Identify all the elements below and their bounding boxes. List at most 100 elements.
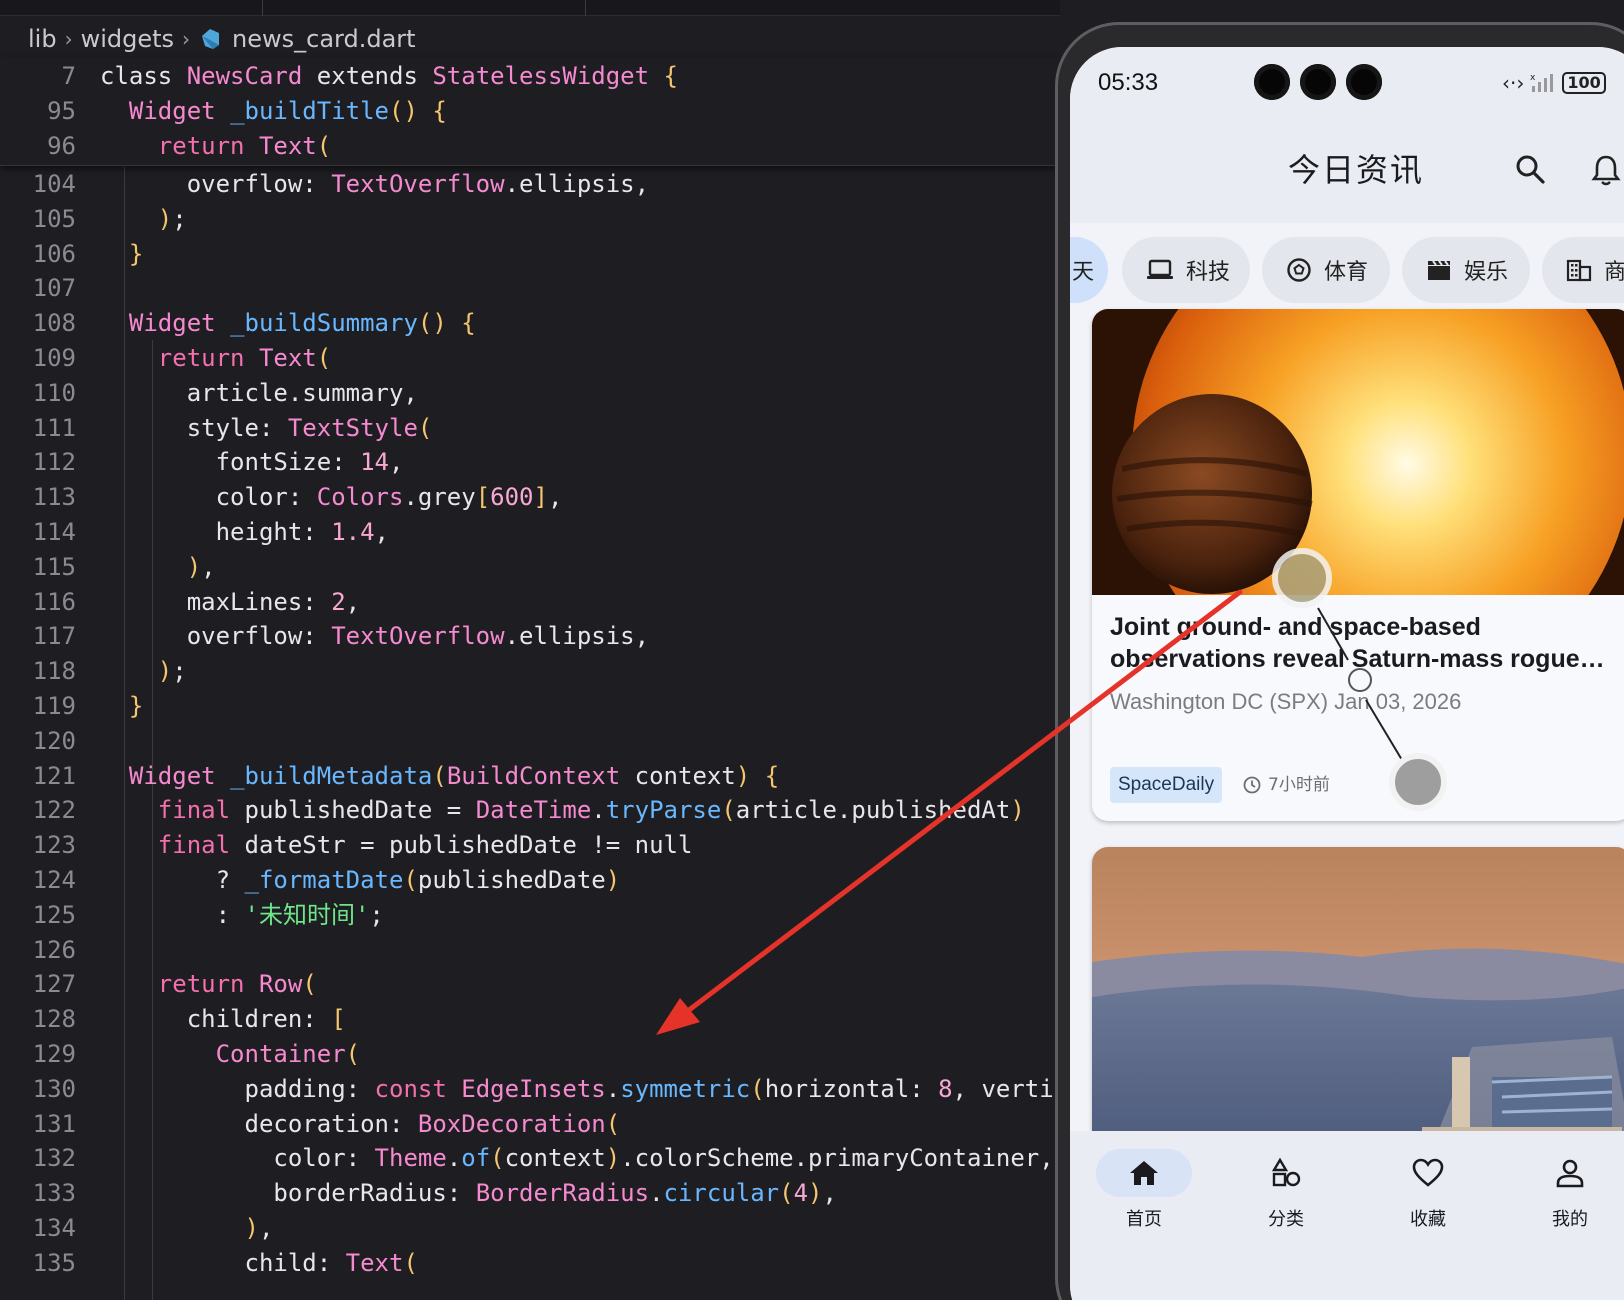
code-token: final	[157, 831, 231, 860]
code-token: 8	[938, 1074, 953, 1103]
code-token: ?	[100, 866, 245, 894]
code-line[interactable]: 121 Widget _buildMetadata(BuildContext c…	[0, 758, 1060, 794]
code-line[interactable]: 129 Container(	[0, 1036, 1060, 1072]
news-card[interactable]: Joint ground- and space-based observatio…	[1092, 309, 1624, 821]
code-line[interactable]: 96 return Text(	[0, 128, 1060, 164]
code-line[interactable]: 125 : '未知时间';	[0, 897, 1060, 933]
breadcrumb-folder[interactable]: widgets	[81, 25, 174, 53]
heart-icon	[1412, 1158, 1444, 1187]
line-number: 112	[32, 448, 76, 477]
line-number: 96	[47, 132, 76, 160]
code-line[interactable]: 119 }	[0, 688, 1060, 724]
code-line[interactable]: 105 );	[0, 201, 1060, 237]
code-token: article.publishedAt	[735, 796, 1011, 825]
code-line[interactable]: 132 color: Theme.of(context).colorScheme…	[0, 1140, 1060, 1176]
line-number: 116	[32, 587, 76, 616]
code-editor[interactable]: lib › widgets › news_card.dart 104 overf…	[0, 0, 1060, 1300]
nav-profile[interactable]: 我的	[1520, 1149, 1620, 1231]
code-line[interactable]: 118 );	[0, 653, 1060, 689]
breadcrumb-file[interactable]: news_card.dart	[232, 25, 416, 53]
bottom-navigation: 首页 分类 收藏 我的	[1070, 1131, 1624, 1300]
nav-label: 首页	[1126, 1209, 1162, 1230]
line-code: );	[100, 653, 187, 689]
code-line[interactable]: 107	[0, 270, 1060, 306]
code-token: }	[128, 239, 144, 268]
nav-favorites[interactable]: 收藏	[1378, 1149, 1478, 1231]
code-token: (	[403, 866, 418, 894]
code-line[interactable]: 131 decoration: BoxDecoration(	[0, 1106, 1060, 1142]
code-token: publishedDate =	[230, 796, 476, 825]
code-token: EdgeInsets	[461, 1074, 606, 1103]
line-number: 131	[32, 1109, 76, 1138]
code-line[interactable]: 116 maxLines: 2,	[0, 584, 1060, 620]
search-icon[interactable]	[1514, 153, 1546, 185]
code-token: (	[490, 1144, 505, 1173]
code-token: [	[331, 1005, 346, 1034]
breadcrumb-root[interactable]: lib	[28, 25, 57, 53]
sticky-scroll-header[interactable]: 7 class NewsCard extends StatelessWidget …	[0, 58, 1060, 166]
code-line[interactable]: 109 return Text(	[0, 340, 1060, 376]
code-line[interactable]: 123 final dateStr = publishedDate != nul…	[0, 827, 1060, 863]
chip-entertainment[interactable]: 娱乐	[1402, 237, 1530, 303]
phone-screen[interactable]: 05:33 ‹·› x 100 今日资讯 天 科技 体育 娱乐 商 Joint …	[1070, 47, 1624, 1300]
code-line[interactable]: 120	[0, 723, 1060, 759]
nav-home[interactable]: 首页	[1094, 1149, 1194, 1231]
code-line[interactable]: 104 overflow: TextOverflow.ellipsis,	[0, 166, 1060, 202]
line-code: overflow: TextOverflow.ellipsis,	[100, 618, 649, 654]
chip-sports[interactable]: 体育	[1262, 237, 1390, 303]
code-line[interactable]: 117 overflow: TextOverflow.ellipsis,	[0, 618, 1060, 654]
editor-tab-strip[interactable]	[0, 0, 1060, 16]
code-line[interactable]: 115 ),	[0, 549, 1060, 585]
bell-icon[interactable]	[1590, 153, 1622, 187]
code-line[interactable]: 110 article.summary,	[0, 375, 1060, 411]
code-token: 1.4	[331, 518, 375, 546]
nav-category[interactable]: 分类	[1236, 1149, 1336, 1231]
code-line[interactable]: 95 Widget _buildTitle() {	[0, 93, 1060, 129]
chip-tech[interactable]: 科技	[1122, 237, 1250, 303]
line-code: fontSize: 14,	[100, 444, 404, 480]
source-tag: SpaceDaily	[1110, 767, 1223, 803]
line-code: child: Text(	[100, 1245, 417, 1281]
code-token: (	[316, 132, 332, 160]
code-line[interactable]: 7 class NewsCard extends StatelessWidget …	[0, 58, 1060, 94]
code-line[interactable]: 108 Widget _buildSummary() {	[0, 305, 1060, 341]
code-line[interactable]: 135 child: Text(	[0, 1245, 1060, 1281]
code-line[interactable]: 111 style: TextStyle(	[0, 410, 1060, 446]
code-line[interactable]: 122 final publishedDate = DateTime.tryPa…	[0, 792, 1060, 828]
news-title[interactable]: Joint ground- and space-based observatio…	[1110, 611, 1610, 675]
code-line[interactable]: 126	[0, 932, 1060, 968]
line-code: ? _formatDate(publishedDate)	[100, 862, 621, 898]
code-line[interactable]: 130 padding: const EdgeInsets.symmetric(…	[0, 1071, 1060, 1107]
code-token: NewsCard	[186, 62, 303, 90]
code-token: child:	[100, 1248, 346, 1277]
line-code: class NewsCard extends StatelessWidget {	[100, 58, 678, 94]
line-number: 122	[32, 796, 76, 825]
code-token: )	[157, 204, 173, 233]
code-line[interactable]: 128 children: [	[0, 1001, 1060, 1037]
code-line[interactable]: 114 height: 1.4,	[0, 514, 1060, 550]
code-token: {	[663, 62, 678, 90]
code-line[interactable]: 133 borderRadius: BorderRadius.circular(…	[0, 1175, 1060, 1211]
chevron-right-icon: ›	[64, 27, 73, 51]
code-line[interactable]: 124 ? _formatDate(publishedDate)	[0, 862, 1060, 898]
code-line[interactable]: 112 fontSize: 14,	[0, 444, 1060, 480]
line-number: 129	[32, 1040, 76, 1068]
code-token: extends	[302, 62, 433, 90]
data-transfer-icon: ‹·›	[1502, 71, 1525, 95]
chip-selected[interactable]: 天	[1070, 237, 1108, 303]
code-token: ,	[201, 552, 216, 581]
line-code: final dateStr = publishedDate != null	[100, 827, 693, 863]
code-line[interactable]: 134 ),	[0, 1210, 1060, 1246]
code-line[interactable]: 127 return Row(	[0, 966, 1060, 1002]
code-token: const	[374, 1074, 447, 1103]
code-token: dateStr = publishedDate != null	[230, 831, 693, 860]
code-line[interactable]: 106 }	[0, 236, 1060, 272]
code-line[interactable]: 113 color: Colors.grey[600],	[0, 479, 1060, 515]
chip-business[interactable]: 商	[1542, 237, 1624, 303]
